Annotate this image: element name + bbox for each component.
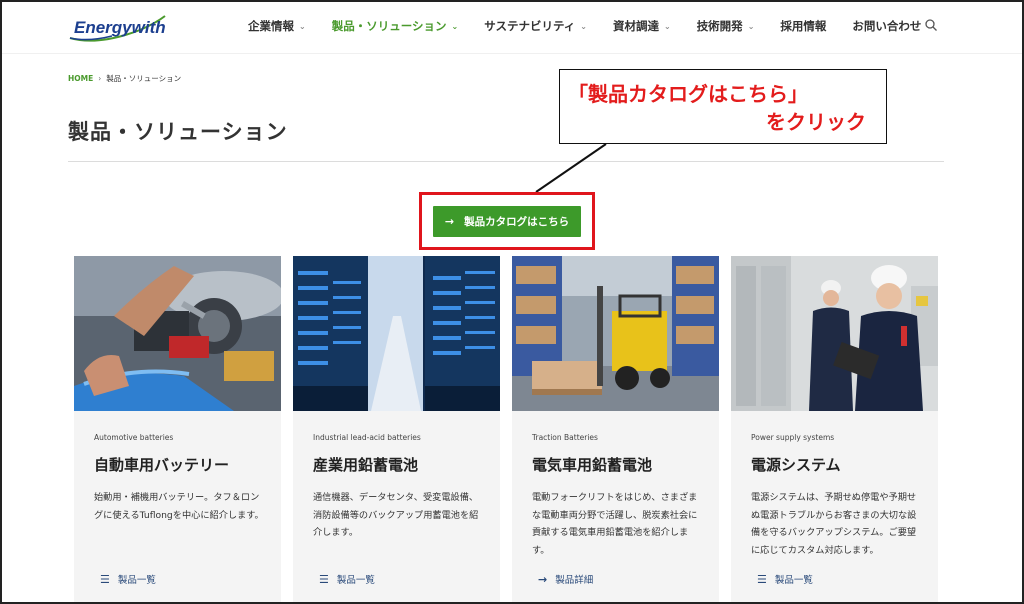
automotive-battery-image [74,256,281,411]
site-logo[interactable]: Energywith [68,12,168,42]
data-center-image [293,256,500,411]
card-link-label: 製品一覧 [336,575,375,586]
nav-label: 採用情報 [780,19,827,33]
card-title: 産業用鉛蓄電池 [313,456,419,474]
nav-item-contact[interactable]: お問い合わせ [852,18,921,34]
nav-item-procurement[interactable]: 資材調達 ⌄ [613,18,671,34]
nav-label: 技術開発 [696,19,743,33]
nav-label: 資材調達 [612,19,659,33]
product-card-power-supply[interactable]: Power supply systems 電源システム 電源システムは、予期せぬ… [731,256,938,602]
nav-item-company[interactable]: 企業情報 ⌄ [248,18,306,34]
chevron-down-icon: ⌄ [747,21,755,31]
card-description: 始動用・補機用バッテリー。タフ＆ロングに使えるTuflongを中心に紹介します。 [94,492,264,521]
page-title: 製品・ソリューション [68,120,288,144]
annotation-line2: をクリック [766,110,866,134]
main-nav: 企業情報 ⌄ 製品・ソリューション ⌄ サステナビリティ ⌄ 資材調達 ⌄ 技術開発 ⌄ … [248,2,947,50]
breadcrumb: HOME › 製品・ソリューション [68,73,181,84]
logo-text: Energywith [74,18,166,37]
nav-item-sustainability[interactable]: サステナビリティ ⌄ [484,18,587,34]
card-link-product-list[interactable]: ☰ 製品一覧 [100,572,156,587]
card-title: 電気車用鉛蓄電池 [532,456,653,474]
list-icon: ☰ [319,572,329,586]
card-link-product-list[interactable]: ☰ 製品一覧 [319,572,375,587]
list-icon: ☰ [100,572,110,586]
card-link-label: 製品一覧 [117,575,156,586]
annotation-callout: 「製品カタログはこちら」 をクリック [559,69,887,144]
nav-label: サステナビリティ [484,19,576,33]
card-link-product-list[interactable]: ☰ 製品一覧 [757,572,813,587]
nav-item-technology[interactable]: 技術開発 ⌄ [697,18,755,34]
card-category: Power supply systems [751,433,835,442]
card-link-product-detail[interactable]: → 製品詳細 [538,572,594,587]
annotation-line1: 「製品カタログはこちら」 [568,82,808,106]
product-card-industrial[interactable]: Industrial lead-acid batteries 産業用鉛蓄電池 通… [293,256,500,602]
card-description: 通信機器、データセンタ、受変電設備、消防設備等のバックアップ用蓄電池を紹介します… [313,492,479,538]
card-description: 電源システムは、予期せぬ停電や予期せぬ電源トラブルからお客さまの大切な設備を守る… [751,492,917,556]
card-category: Industrial lead-acid batteries [313,433,421,442]
search-icon[interactable] [924,18,938,32]
breadcrumb-separator: › [98,74,102,83]
product-card-traction[interactable]: Traction Batteries 電気車用鉛蓄電池 電動フォークリフトをはじ… [512,256,719,602]
chevron-down-icon: ⌄ [299,21,306,31]
arrow-right-icon: → [444,215,455,228]
breadcrumb-home-link[interactable]: HOME [68,74,93,83]
page: Energywith 企業情報 ⌄ 製品・ソリューション ⌄ サステナビリティ ⌄ 資… [2,2,1022,602]
product-catalog-button[interactable]: → 製品カタログはこちら [433,206,581,237]
forklift-warehouse-image [512,256,719,411]
nav-label: お問い合わせ [852,19,922,33]
card-category: Automotive batteries [94,433,174,442]
breadcrumb-current: 製品・ソリューション [106,74,182,83]
nav-item-recruit[interactable]: 採用情報 [780,18,826,34]
nav-label: 企業情報 [248,19,294,33]
card-description: 電動フォークリフトをはじめ、さまざまな電動車両分野で活躍し、脱炭素社会に貢献する… [532,492,698,556]
catalog-button-label: 製品カタログはこちら [464,216,570,228]
nav-label: 製品・ソリューション [331,19,447,33]
site-header: Energywith 企業情報 ⌄ 製品・ソリューション ⌄ サステナビリティ ⌄ 資… [2,2,1022,54]
card-link-label: 製品一覧 [774,575,813,586]
arrow-right-icon: → [538,572,548,586]
list-icon: ☰ [757,572,767,586]
engineers-image [731,256,938,411]
product-cards: Automotive batteries 自動車用バッテリー 始動用・補機用バッ… [74,256,940,602]
card-category: Traction Batteries [532,433,598,442]
chevron-down-icon: ⌄ [663,21,671,31]
nav-item-products[interactable]: 製品・ソリューション ⌄ [332,18,458,34]
title-divider [68,161,944,162]
card-link-label: 製品詳細 [555,575,594,586]
product-card-automotive[interactable]: Automotive batteries 自動車用バッテリー 始動用・補機用バッ… [74,256,281,602]
chevron-down-icon: ⌄ [451,21,459,31]
chevron-down-icon: ⌄ [580,21,587,31]
card-title: 電源システム [751,456,841,474]
card-title: 自動車用バッテリー [94,456,230,474]
